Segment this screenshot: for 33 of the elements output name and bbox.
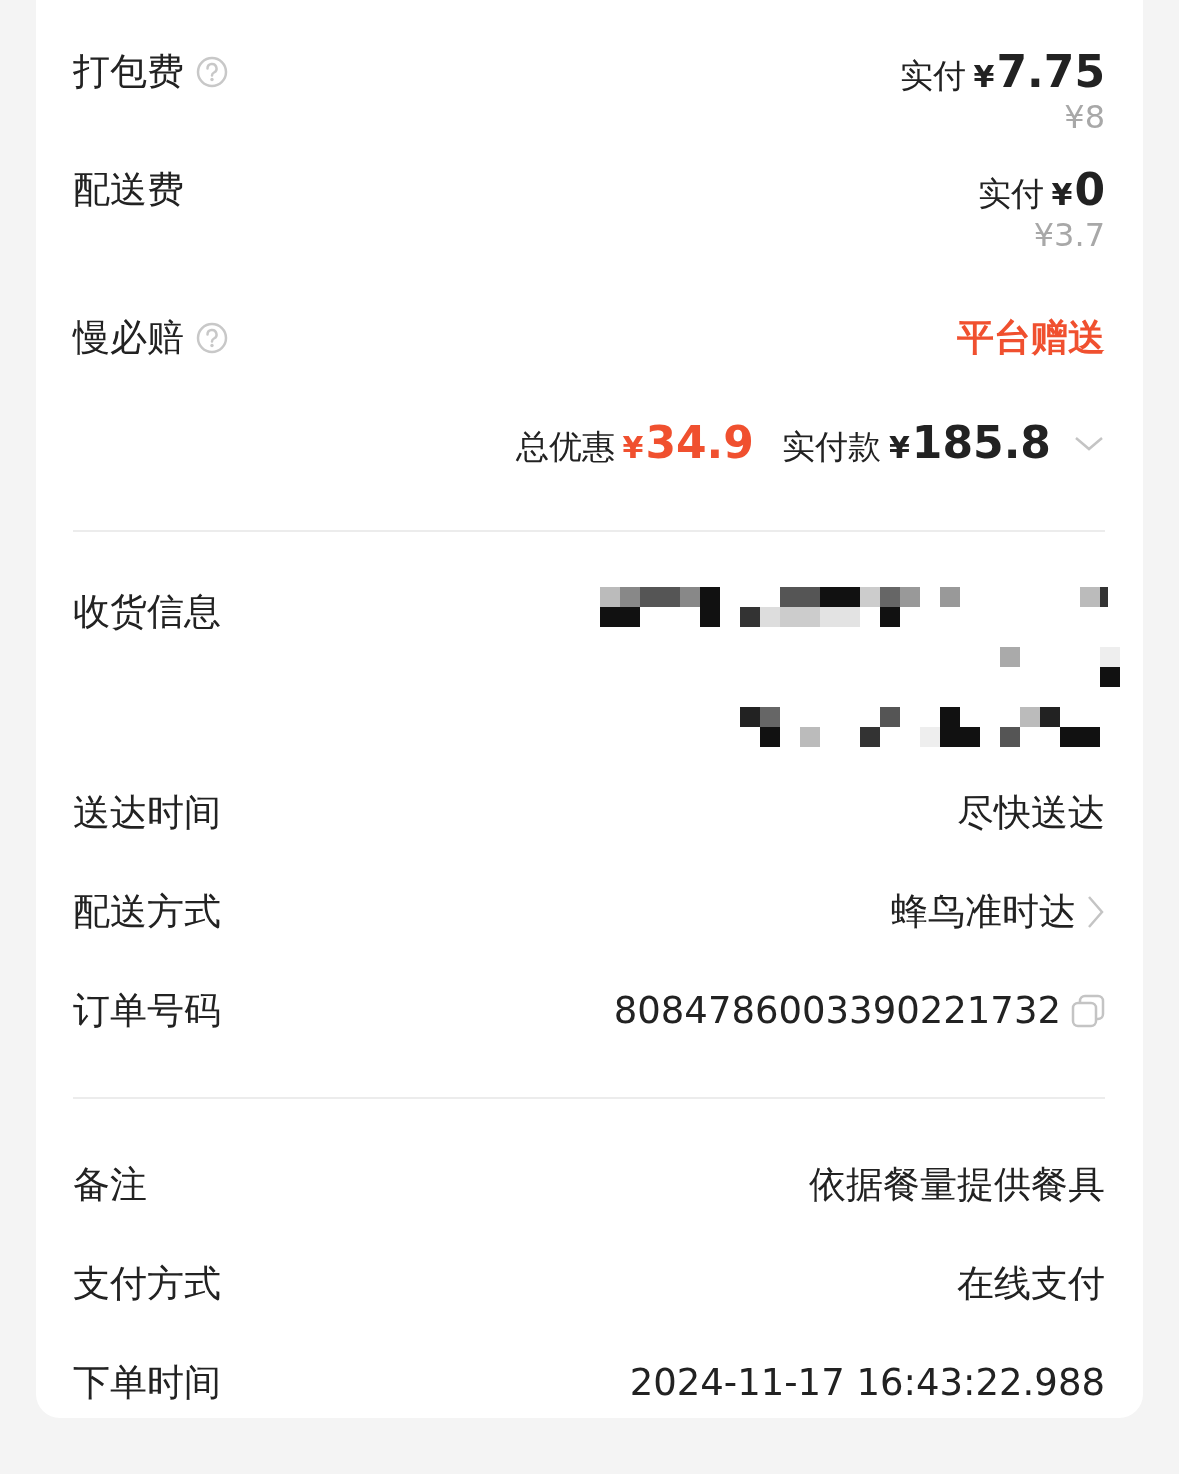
paid-label: 实付 (977, 173, 1044, 215)
row-label: 订单号码 (73, 988, 221, 1034)
copy-icon[interactable] (1071, 994, 1105, 1028)
currency-sign: ¥ (973, 59, 995, 94)
row-label: 下单时间 (73, 1360, 221, 1406)
currency-sign: ¥ (888, 430, 910, 465)
original-price: ¥3.7 (1033, 215, 1105, 255)
paid-label: 实付款 (781, 426, 881, 468)
row-value: 依据餐量提供餐具 (809, 1162, 1105, 1208)
discount-label: 总优惠 (515, 426, 615, 468)
row-label: 备注 (73, 1162, 147, 1208)
row-label: 支付方式 (73, 1261, 221, 1307)
discount-amount: 34.9 (645, 418, 754, 468)
currency-sign: ¥ (622, 430, 644, 465)
row-value: 2024-11-17 16:43:22.988 (629, 1360, 1105, 1406)
row-label: 配送费 (73, 167, 184, 213)
chevron-right-icon (1086, 894, 1105, 930)
paid-amount: 185.8 (911, 418, 1051, 468)
paid-label: 实付 (899, 55, 966, 97)
original-price: ¥8 (1064, 97, 1105, 137)
order-number: 8084786003390221732 (613, 988, 1061, 1034)
paid-amount: 0 (1074, 165, 1105, 215)
row-label: 收货信息 (73, 589, 221, 635)
paid-amount: 7.75 (996, 47, 1105, 97)
row-label: 配送方式 (73, 889, 221, 935)
promo-tag: 平台赠送 (957, 313, 1105, 363)
row-label: 慢必赔 (73, 315, 184, 361)
row-value: 在线支付 (957, 1261, 1105, 1307)
row-label: 送达时间 (73, 790, 221, 836)
currency-sign: ¥ (1051, 177, 1073, 212)
row-value: 尽快送达 (957, 790, 1105, 836)
delivery-method-link[interactable]: 蜂鸟准时达 (891, 887, 1076, 937)
row-label: 打包费 (73, 49, 184, 95)
